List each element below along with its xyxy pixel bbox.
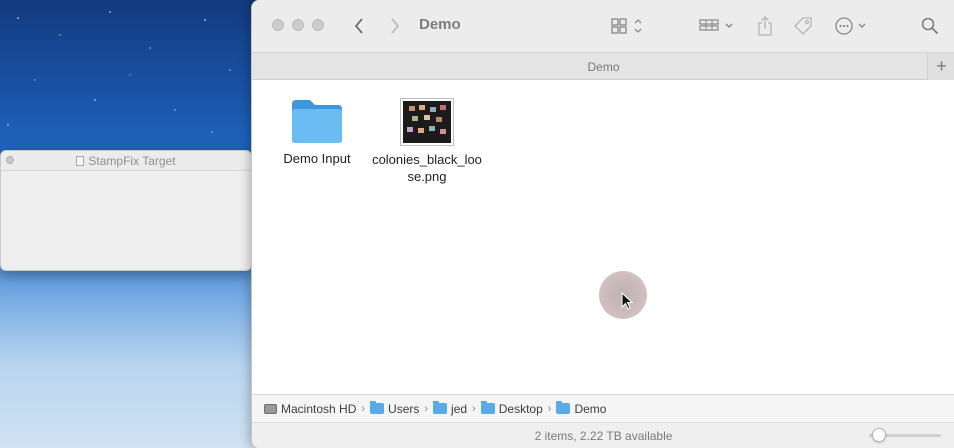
path-bar: Macintosh HD › Users › jed › Desktop › D…	[252, 394, 954, 422]
tab-demo[interactable]: Demo	[252, 60, 954, 74]
file-name: colonies_black_loose.png	[372, 152, 482, 184]
folder-icon	[556, 401, 571, 414]
window-title: Demo	[419, 16, 461, 33]
finder-window[interactable]: Demo Demo + Demo Input colonies_black_lo…	[251, 0, 954, 448]
status-text: 2 items, 2.22 TB available	[534, 429, 673, 443]
home-folder-icon	[433, 401, 448, 414]
zoom-button[interactable]	[312, 19, 324, 31]
stampfix-target-window[interactable]: StampFix Target	[0, 150, 252, 271]
finder-toolbar: Demo	[252, 0, 954, 52]
pointer-icon	[621, 292, 633, 310]
forward-icon[interactable]	[386, 14, 404, 38]
image-thumbnail	[401, 99, 453, 145]
chevron-right-icon: ›	[472, 402, 476, 415]
hard-drive-icon	[264, 403, 277, 414]
file-name: Demo Input	[283, 151, 351, 166]
back-icon[interactable]	[350, 14, 368, 38]
path-jed[interactable]: jed	[433, 401, 467, 416]
path-users[interactable]: Users	[370, 401, 419, 416]
tab-bar: Demo +	[252, 52, 954, 80]
new-tab-button[interactable]: +	[927, 53, 954, 80]
path-demo[interactable]: Demo	[556, 401, 606, 416]
file-item-demo-input[interactable]: Demo Input	[262, 98, 372, 167]
chevron-right-icon: ›	[424, 402, 429, 415]
status-bar: 2 items, 2.22 TB available	[252, 422, 954, 448]
share-icon[interactable]	[755, 14, 775, 38]
tag-icon[interactable]	[792, 14, 814, 38]
folder-icon	[290, 98, 344, 144]
group-by-icon[interactable]	[699, 14, 737, 38]
document-icon	[76, 155, 85, 166]
file-item-png[interactable]: colonies_black_loose.png	[372, 99, 482, 185]
small-window-title: StampFix Target	[88, 153, 176, 168]
chevron-right-icon: ›	[547, 402, 552, 415]
chevron-right-icon: ›	[361, 402, 366, 415]
small-window-titlebar[interactable]: StampFix Target	[1, 151, 251, 171]
more-actions-icon[interactable]	[835, 14, 871, 38]
close-button[interactable]	[272, 19, 284, 31]
folder-icon	[370, 401, 385, 414]
minimize-button[interactable]	[292, 19, 304, 31]
close-button[interactable]	[6, 156, 14, 164]
file-view[interactable]: Demo Input colonies_black_loose.png	[252, 80, 954, 394]
icon-size-slider-knob[interactable]	[871, 428, 886, 442]
path-desktop[interactable]: Desktop	[480, 401, 543, 416]
search-icon[interactable]	[919, 14, 941, 38]
path-macintosh-hd[interactable]: Macintosh HD	[264, 402, 356, 416]
view-grid-icon[interactable]	[610, 14, 646, 38]
desktop-stars	[7, 11, 231, 133]
folder-icon	[480, 401, 495, 414]
